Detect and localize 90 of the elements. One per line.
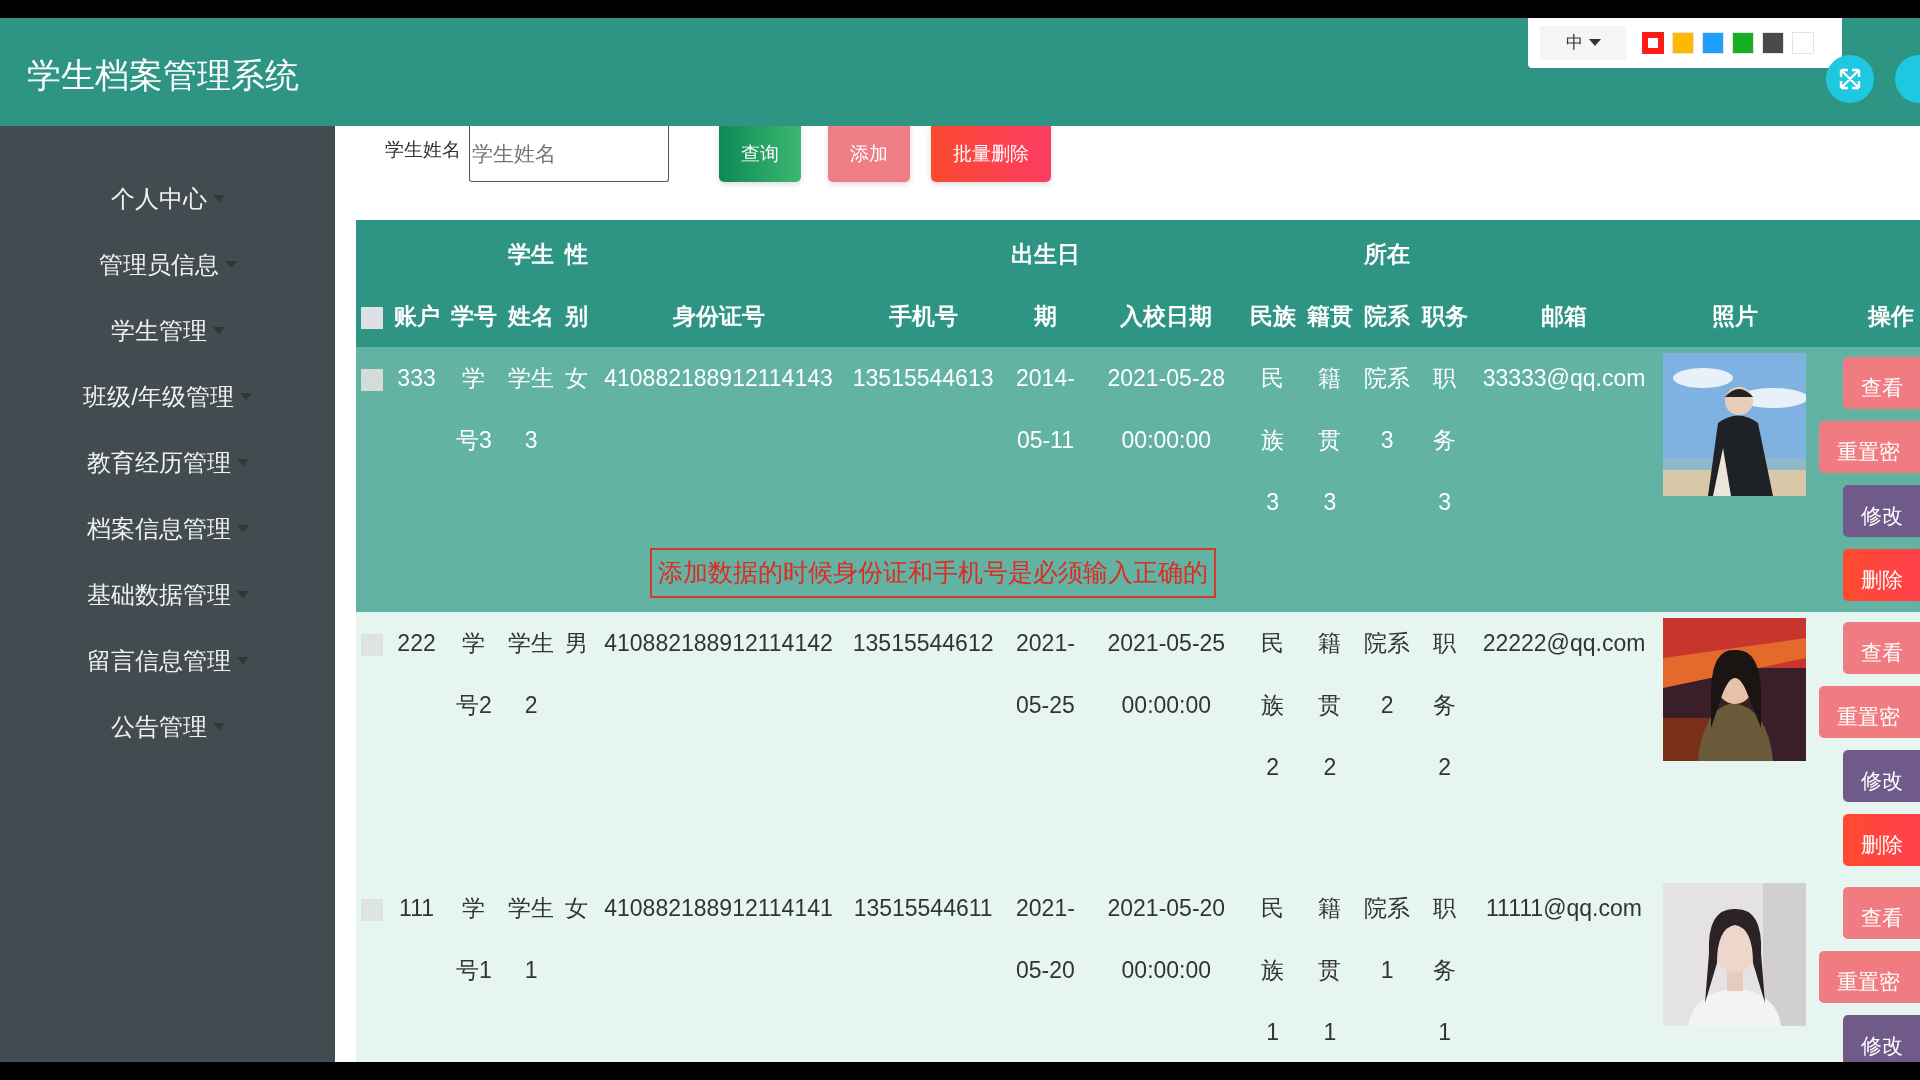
edit-button[interactable]: 修改 xyxy=(1843,1015,1920,1062)
column-header: 账户 xyxy=(393,302,440,331)
column-header: 入校日期 xyxy=(1120,302,1213,331)
table-cell-text: 民族2 xyxy=(1261,629,1285,782)
name-input-field[interactable]: 学生姓名 xyxy=(469,126,669,182)
delete-button[interactable]: 删除 xyxy=(1843,549,1920,601)
annotation-note: 添加数据的时候身份证和手机号是必须输入正确的 xyxy=(650,548,1216,598)
app-title: 学生档案管理系统 xyxy=(27,55,299,96)
table-cell-text: 410882188912114142 xyxy=(604,629,833,658)
table-cell-text: 学生3 xyxy=(508,364,555,455)
sidebar-item[interactable]: 班级/年级管理 xyxy=(77,364,258,430)
table-cell-text: 职务1 xyxy=(1433,894,1457,1047)
table-cell-text: 院系3 xyxy=(1364,364,1411,455)
language-dropdown[interactable]: 中 xyxy=(1540,26,1626,60)
field-label: 学生姓名 xyxy=(385,138,461,162)
table-cell-text: 院系2 xyxy=(1364,629,1411,720)
query-button[interactable]: 查询 xyxy=(719,126,801,182)
sidebar-item[interactable]: 个人中心 xyxy=(104,166,231,232)
table-cell-text: 民族3 xyxy=(1261,364,1285,517)
table-cell-text: 33333@qq.com xyxy=(1482,364,1646,393)
column-header: 手机号 xyxy=(888,302,958,331)
checkbox[interactable] xyxy=(360,306,383,329)
table-cell-text: 籍贯1 xyxy=(1318,894,1342,1047)
table-cell-text: 学号3 xyxy=(455,364,493,455)
table-cell-text: 2021-05-20 xyxy=(1015,894,1076,985)
table-cell-text: 222 xyxy=(397,629,436,658)
column-header: 性别 xyxy=(564,240,588,331)
fullscreen-button[interactable] xyxy=(1826,55,1874,103)
table-cell-text: 学生2 xyxy=(508,629,555,720)
table-cell-text: 院系1 xyxy=(1364,894,1411,985)
table-cell-text: 职务2 xyxy=(1433,629,1457,782)
table-cell-text: 22222@qq.com xyxy=(1482,629,1646,658)
color-swatch[interactable] xyxy=(1642,32,1664,54)
column-header: 出生日期 xyxy=(1009,240,1081,331)
table-cell-text: 2021-05-20 00:00:00 xyxy=(1106,894,1227,985)
column-header: 民族 xyxy=(1249,302,1296,331)
caret-icon xyxy=(236,657,249,665)
table-cell-text: 13515544611 xyxy=(853,894,993,923)
table-cell-text: 职务3 xyxy=(1433,364,1457,517)
table-cell-text: 籍贯2 xyxy=(1318,629,1342,782)
column-header: 学生姓名 xyxy=(508,240,555,331)
table-cell-text: 民族1 xyxy=(1261,894,1285,1047)
table-cell-text: 籍贯3 xyxy=(1318,364,1342,517)
table-cell-text: 2014-05-11 xyxy=(1015,364,1076,455)
sidebar-item[interactable]: 管理员信息 xyxy=(92,232,243,298)
caret-icon xyxy=(212,327,225,335)
table-cell-text: 男 xyxy=(564,629,588,658)
column-header: 所在院系 xyxy=(1364,240,1411,331)
edit-button[interactable]: 修改 xyxy=(1843,750,1920,802)
table-cell-text: 111 xyxy=(399,894,434,923)
table-cell-text: 2021-05-25 00:00:00 xyxy=(1106,629,1227,720)
sidebar-item[interactable]: 公告管理 xyxy=(104,694,231,760)
column-header: 身份证号 xyxy=(672,302,765,331)
column-header: 照片 xyxy=(1711,302,1758,331)
bulk-delete-button[interactable]: 批量删除 xyxy=(931,126,1051,182)
caret-icon xyxy=(239,393,252,401)
caret-icon xyxy=(236,459,249,467)
column-header: 邮箱 xyxy=(1541,302,1587,331)
sidebar-item[interactable]: 档案信息管理 xyxy=(80,496,255,562)
delete-button[interactable]: 删除 xyxy=(1843,814,1920,866)
table-cell-text: 11111@qq.com xyxy=(1486,894,1642,923)
fullscreen-icon xyxy=(1838,67,1862,91)
table-cell-text: 学生1 xyxy=(508,894,555,985)
sidebar-item[interactable]: 基础数据管理 xyxy=(80,562,255,628)
table-cell-text: 女 xyxy=(564,894,588,923)
table-cell-text: 333 xyxy=(397,364,436,393)
caret-icon xyxy=(236,525,249,533)
table-cell-text: 13515544613 xyxy=(852,364,994,393)
table-cell-text: 2021-05-25 xyxy=(1015,629,1076,720)
table-cell-text: 2021-05-28 00:00:00 xyxy=(1106,364,1227,455)
caret-icon xyxy=(212,195,225,203)
row-checkbox[interactable] xyxy=(360,368,383,391)
sidebar-item[interactable]: 教育经历管理 xyxy=(80,430,255,496)
column-header: 籍贯 xyxy=(1306,302,1353,331)
caret-icon xyxy=(236,591,249,599)
table-cell-text: 学号1 xyxy=(455,894,493,985)
table-cell-text: 学号2 xyxy=(455,629,493,720)
caret-icon xyxy=(1588,39,1601,47)
table-cell-text: 410882188912114143 xyxy=(604,364,833,393)
column-header: 学号 xyxy=(450,302,497,331)
edit-button[interactable]: 修改 xyxy=(1843,485,1920,537)
column-header: 操作 xyxy=(1867,302,1914,331)
sidebar-item[interactable]: 学生管理 xyxy=(104,298,231,364)
table-cell-text: 410882188912114141 xyxy=(604,894,833,923)
caret-icon xyxy=(212,723,225,731)
caret-icon xyxy=(224,261,237,269)
table-cell-text: 13515544612 xyxy=(852,629,994,658)
table-cell-text: 女 xyxy=(564,364,588,393)
sidebar-item[interactable]: 留言信息管理 xyxy=(80,628,255,694)
column-header: 职务 xyxy=(1421,302,1468,331)
